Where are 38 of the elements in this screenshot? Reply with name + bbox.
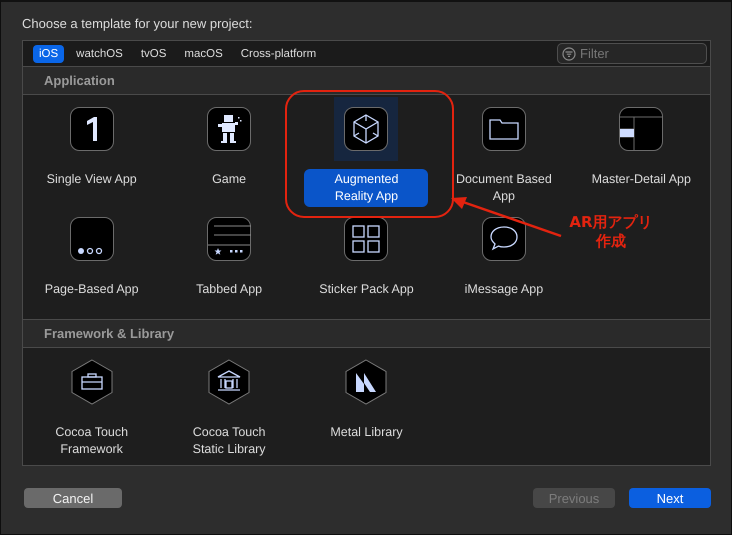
pixel-figure-icon [207, 107, 252, 151]
template-label[interactable]: iMessage App [442, 279, 566, 300]
bank-building-icon [207, 359, 252, 405]
annotation-text: AR用アプリ [568, 213, 654, 232]
template-label[interactable]: Single View App [30, 169, 154, 190]
cube-icon [344, 107, 388, 151]
template-label[interactable]: Augmented Reality App [304, 169, 428, 207]
template-label[interactable]: Document Based App [442, 169, 566, 207]
filter-field[interactable]: Filter [557, 43, 707, 64]
template-label[interactable]: Page-Based App [30, 279, 154, 300]
annotation-text: 作成 [594, 232, 627, 251]
cancel-button[interactable]: Cancel [24, 488, 122, 508]
split-view-icon [619, 107, 664, 151]
platform-tab[interactable]: Cross-platform [234, 44, 322, 62]
template-label[interactable]: Metal Library [304, 422, 428, 443]
section-title: Framework & Library [44, 326, 174, 341]
grid-icon [344, 217, 388, 261]
dialog-title: Choose a template for your new project: [22, 15, 254, 33]
tab-bar-icon [207, 217, 252, 261]
folder-icon [482, 107, 526, 151]
template-label[interactable]: Sticker Pack App [304, 279, 428, 300]
section-title: Application [44, 73, 115, 88]
template-label[interactable]: Cocoa Touch Static Library [167, 422, 292, 460]
platform-tab[interactable]: tvOS [134, 44, 172, 62]
digit-one-icon [70, 107, 114, 151]
template-label[interactable]: Cocoa Touch Framework [30, 422, 154, 460]
platform-tab[interactable]: watchOS [70, 44, 129, 62]
template-label[interactable]: Tabbed App [167, 279, 292, 300]
page-dots-icon [70, 217, 114, 261]
next-button[interactable]: Next [629, 488, 711, 508]
platform-tab[interactable]: iOS [33, 44, 64, 62]
speech-bubble-icon [482, 217, 526, 261]
template-label[interactable]: Master-Detail App [579, 169, 704, 190]
template-tile[interactable] [334, 97, 398, 161]
toolbox-icon [70, 359, 114, 405]
template-label[interactable]: Game [167, 169, 292, 190]
platform-tab[interactable]: macOS [178, 44, 229, 62]
metal-logo-icon [344, 359, 388, 405]
